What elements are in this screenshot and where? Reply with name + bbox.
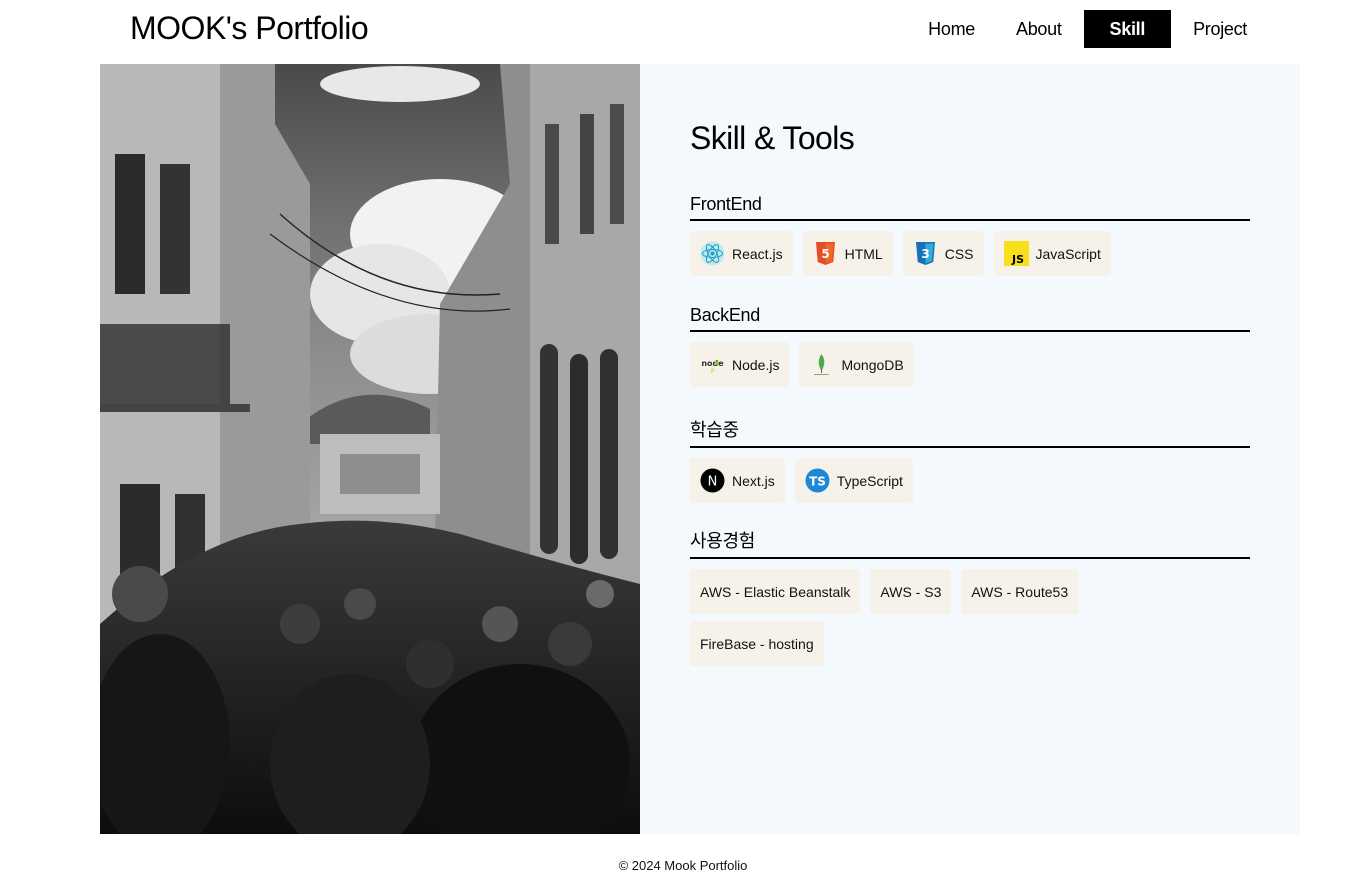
chip-label: HTML <box>844 245 883 262</box>
section-title: 학습중 <box>690 416 1250 448</box>
chip-list: AWS - Elastic Beanstalk AWS - S3 AWS - R… <box>690 569 1090 673</box>
section-title: BackEnd <box>690 305 1250 332</box>
chip-label: AWS - S3 <box>880 583 942 600</box>
skill-title: Skill & Tools <box>690 120 855 156</box>
chip-list: React.js 5 HTML 3 CSS JS JavaScript <box>690 231 1250 283</box>
chip-typescript: TS TypeScript <box>794 458 913 503</box>
chip-label: FireBase - hosting <box>700 635 814 652</box>
section-experience: 사용경험 AWS - Elastic Beanstalk AWS - S3 AW… <box>690 527 1250 673</box>
chip-react: React.js <box>690 231 793 276</box>
section-frontend: FrontEnd React.js 5 HTML 3 CSS JS JavaSc… <box>690 194 1250 283</box>
css3-icon: 3 <box>913 241 938 266</box>
svg-text:N: N <box>708 475 718 490</box>
react-icon <box>700 241 725 266</box>
section-title: FrontEnd <box>690 194 1250 221</box>
chip-label: CSS <box>944 245 974 262</box>
chip-aws-route53: AWS - Route53 <box>961 569 1079 614</box>
chip-javascript: JS JavaScript <box>993 231 1111 276</box>
chip-firebase-hosting: FireBase - hosting <box>690 621 824 666</box>
skill-page: Skill & Tools FrontEnd React.js 5 HTML 3… <box>100 64 1300 834</box>
chip-aws-beanstalk: AWS - Elastic Beanstalk <box>690 569 861 614</box>
svg-text:3: 3 <box>921 247 929 261</box>
chip-label: TypeScript <box>836 472 903 489</box>
chip-list: node JS Node.js MongoDB <box>690 342 1250 394</box>
chip-mongodb: MongoDB <box>799 342 914 387</box>
main-nav: Home About Skill Project <box>906 10 1266 48</box>
chip-label: AWS - Route53 <box>971 583 1069 600</box>
javascript-icon: JS <box>1003 241 1029 266</box>
nav-project[interactable]: Project <box>1174 10 1266 48</box>
chip-nextjs: N Next.js <box>690 458 785 503</box>
chip-label: AWS - Elastic Beanstalk <box>700 583 851 600</box>
section-title: 사용경험 <box>690 527 1250 559</box>
site-brand[interactable]: MOOK's Portfolio <box>130 8 369 48</box>
chip-label: Next.js <box>732 472 775 489</box>
skill-panel: Skill & Tools FrontEnd React.js 5 HTML 3… <box>640 64 1300 834</box>
mongodb-icon <box>809 352 834 377</box>
site-footer: © 2024 Mook Portfolio <box>618 858 748 873</box>
svg-text:JS: JS <box>1010 253 1023 266</box>
chip-html: 5 HTML <box>802 231 893 276</box>
chip-label: JavaScript <box>1035 245 1101 262</box>
nav-home[interactable]: Home <box>909 10 994 48</box>
typescript-icon: TS <box>805 468 830 493</box>
nav-skill[interactable]: Skill <box>1083 10 1172 48</box>
chip-label: MongoDB <box>841 356 904 373</box>
section-learning: 학습중 N Next.js TS TypeScript <box>690 416 1250 510</box>
street-photo <box>100 64 640 834</box>
section-backend: BackEnd node JS Node.js MongoDB <box>690 305 1250 394</box>
street-photo-image <box>100 64 640 834</box>
chip-label: React.js <box>732 245 783 262</box>
html5-icon: 5 <box>813 241 838 266</box>
nav-about[interactable]: About <box>997 10 1081 48</box>
svg-text:5: 5 <box>821 247 829 261</box>
chip-aws-s3: AWS - S3 <box>870 569 952 614</box>
svg-text:JS: JS <box>710 368 715 373</box>
chip-css: 3 CSS <box>902 231 984 276</box>
svg-text:TS: TS <box>809 475 826 489</box>
site-header: MOOK's Portfolio Home About Skill Projec… <box>0 0 1366 64</box>
svg-text:node: node <box>701 359 724 368</box>
nodejs-icon: node JS <box>700 352 725 377</box>
nextjs-icon: N <box>700 468 725 493</box>
chip-label: Node.js <box>732 356 780 373</box>
chip-nodejs: node JS Node.js <box>690 342 790 387</box>
chip-list: N Next.js TS TypeScript <box>690 458 1250 510</box>
